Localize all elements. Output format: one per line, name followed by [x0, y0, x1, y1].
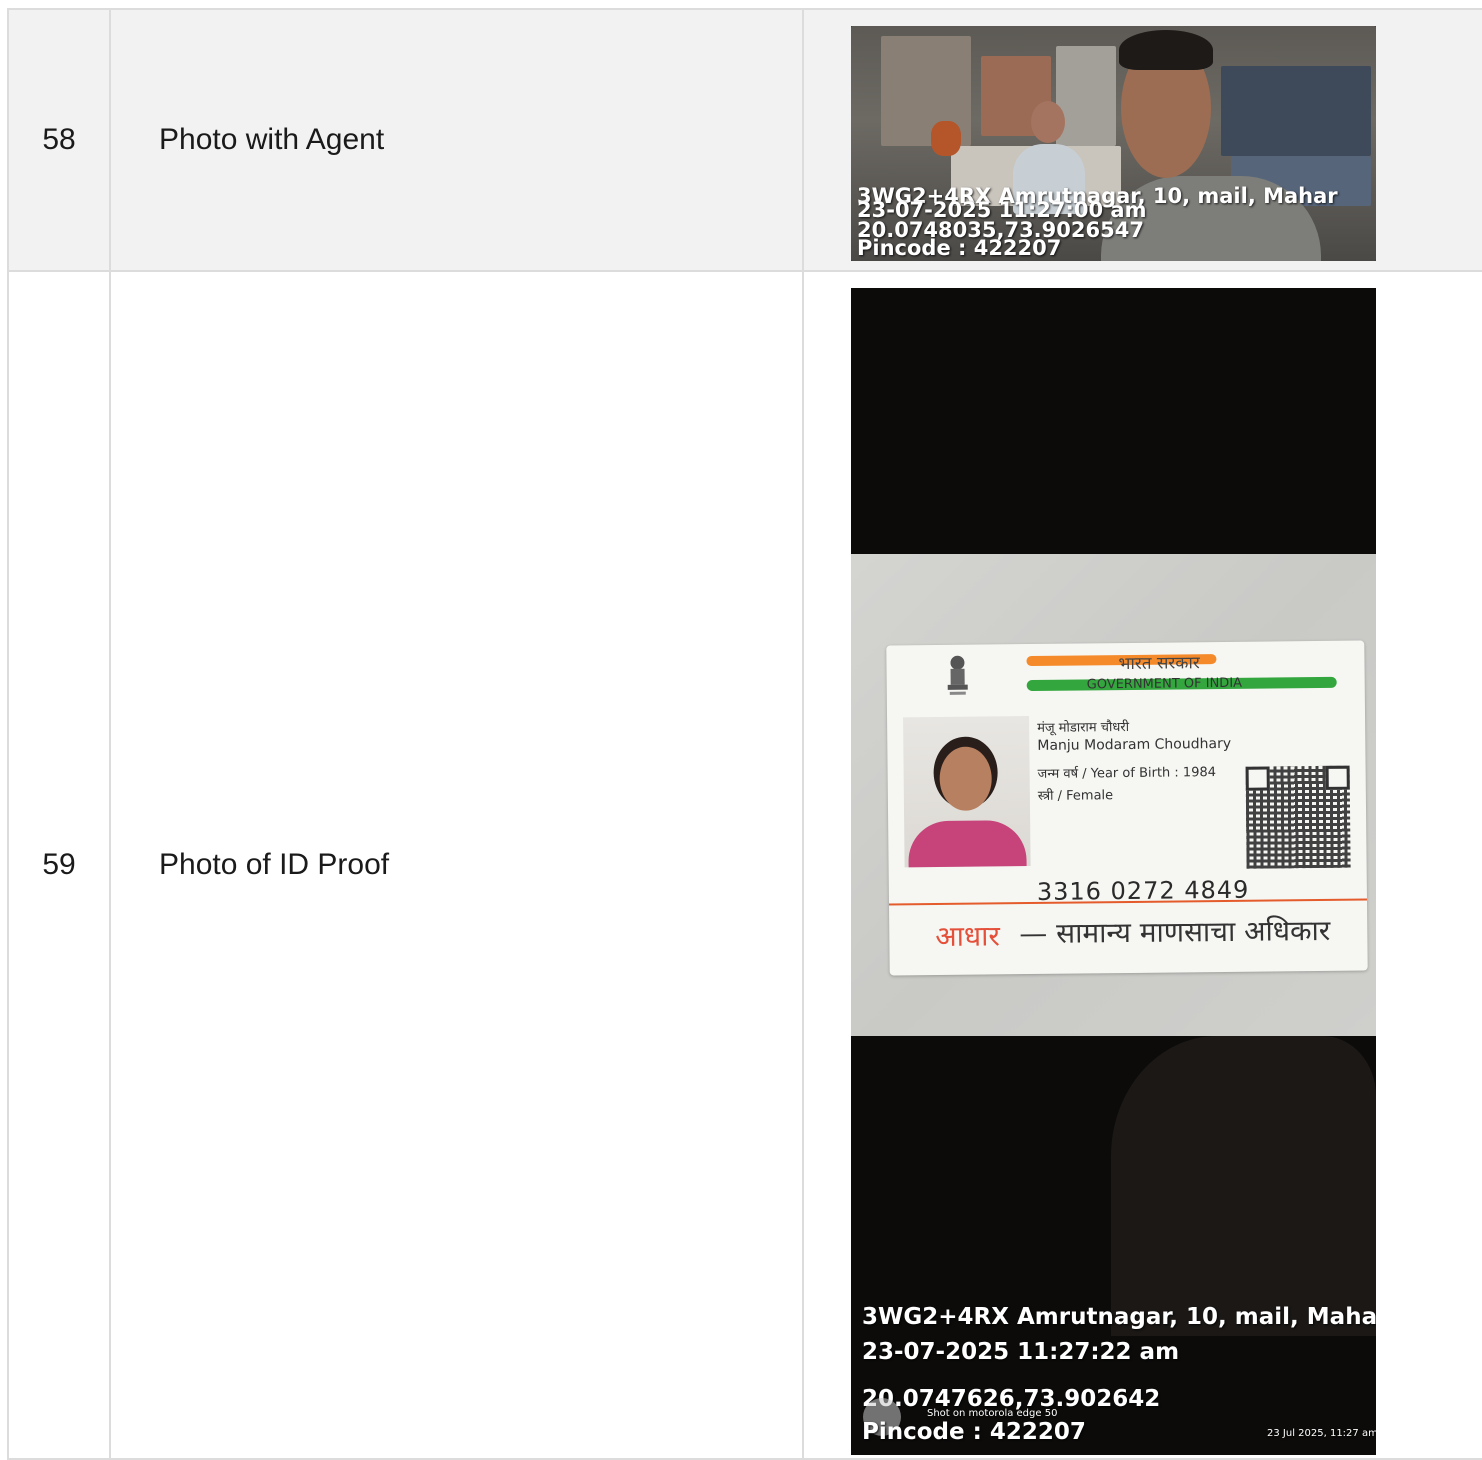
photo-stamp: 23 Jul 2025, 11:27 am — [1267, 1428, 1376, 1439]
aadhaar-tagline-red: आधार — [935, 919, 1001, 954]
row-label: Photo with Agent — [109, 8, 804, 272]
ashoka-emblem-icon — [947, 655, 968, 695]
man-hair — [1119, 30, 1213, 70]
qr-code-icon — [1245, 765, 1351, 869]
row-number: 58 — [7, 8, 111, 272]
name-english: Manju Modaram Choudhary — [1037, 735, 1232, 754]
table-row: 59 Photo of ID Proof भारत सरकार GOVERNME… — [7, 270, 1482, 1460]
photo-cell: 3WG2+4RX Amrutnagar, 10, mail, Mahar 23-… — [802, 8, 1482, 272]
name-hindi: मंजू मोडाराम चौधरी — [1037, 719, 1130, 736]
holder-face — [939, 746, 993, 811]
photo-pincode: Pincode : 422207 — [857, 236, 1062, 260]
shot-on-label: Shot on motorola edge 50 — [927, 1408, 1058, 1419]
holder-clothes — [908, 820, 1027, 868]
year-of-birth: जन्म वर्ष / Year of Birth : 1984 — [1037, 765, 1217, 782]
row-label: Photo of ID Proof — [109, 270, 804, 1460]
agent-photo[interactable]: 3WG2+4RX Amrutnagar, 10, mail, Mahar 23-… — [851, 26, 1376, 261]
aadhaar-card: भारत सरकार GOVERNMENT OF INDIA मंजू मोडा… — [886, 640, 1368, 976]
row-number: 59 — [7, 270, 111, 1460]
photo-datetime: 23-07-2025 11:27:22 am — [862, 1339, 1180, 1365]
records-table: 58 Photo with Agent 3WG2+4RX Amrutnagar,… — [7, 8, 1482, 1460]
photo-pincode: Pincode : 422207 — [862, 1419, 1086, 1445]
photo-cell: भारत सरकार GOVERNMENT OF INDIA मंजू मोडा… — [802, 270, 1482, 1460]
teddy-toy — [931, 121, 961, 156]
card-holder-photo — [903, 716, 1031, 868]
table-row: 58 Photo with Agent 3WG2+4RX Amrutnagar,… — [7, 8, 1482, 272]
photo-address: 3WG2+4RX Amrutnagar, 10, mail, Mahar — [862, 1304, 1376, 1330]
shelf-block — [1221, 66, 1371, 156]
hand-shadow — [1111, 1036, 1376, 1336]
gov-hindi: भारत सरकार — [1118, 653, 1200, 675]
woman-head — [1031, 101, 1065, 143]
gov-english: GOVERNMENT OF INDIA — [1086, 675, 1243, 693]
gender: स्त्री / Female — [1037, 788, 1114, 804]
id-proof-photo[interactable]: भारत सरकार GOVERNMENT OF INDIA मंजू मोडा… — [851, 288, 1376, 1455]
shelf-block — [1056, 46, 1116, 146]
aadhaar-tagline: — सामान्य माणसाचा अधिकार — [1019, 913, 1331, 951]
